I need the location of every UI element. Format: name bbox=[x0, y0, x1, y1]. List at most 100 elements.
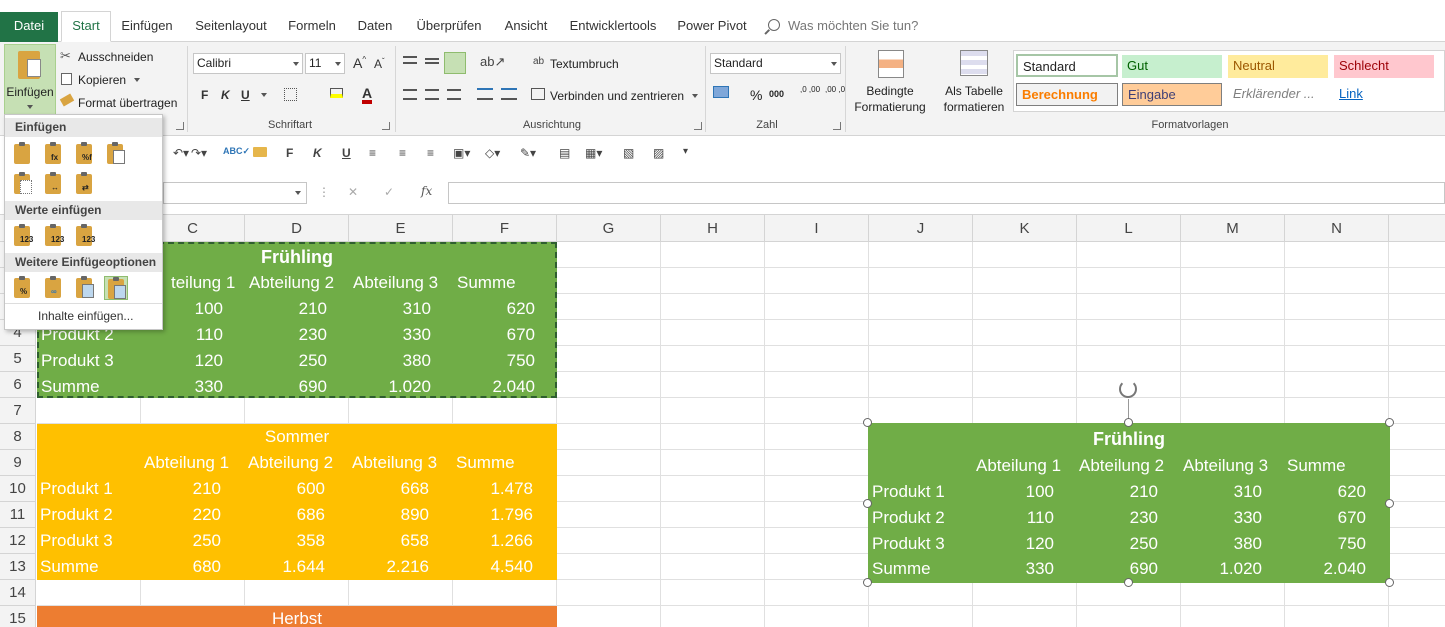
fill-color-icon[interactable] bbox=[330, 88, 343, 98]
align-left-icon[interactable] bbox=[403, 89, 417, 100]
resize-handle[interactable] bbox=[863, 499, 872, 508]
summer-range[interactable]: Sommer Abteilung 1 Abteilung 2 Abteilung… bbox=[37, 424, 557, 580]
paste-formulas-number-format-icon[interactable]: %f bbox=[73, 142, 97, 166]
style-neutral[interactable]: Neutral bbox=[1228, 55, 1328, 78]
redo-icon[interactable]: ↷▾ bbox=[191, 146, 207, 160]
row-header[interactable]: 13 bbox=[0, 554, 36, 580]
open-folder-icon[interactable] bbox=[253, 146, 267, 160]
enter-icon[interactable]: ✓ bbox=[384, 185, 394, 199]
align-middle-icon[interactable] bbox=[425, 58, 439, 64]
shrink-font-icon[interactable]: Aˇ bbox=[374, 57, 385, 71]
table-qat-icon[interactable]: ▤ bbox=[559, 146, 570, 160]
tab-entwicklertools[interactable]: Entwicklertools bbox=[564, 12, 662, 40]
paste-formulas-icon[interactable]: fx bbox=[42, 142, 66, 166]
row-header[interactable]: 9 bbox=[0, 450, 36, 476]
thousands-button[interactable]: 000 bbox=[769, 89, 784, 99]
rotate-handle-icon[interactable] bbox=[1119, 380, 1137, 398]
tab-datei[interactable]: Datei bbox=[0, 12, 58, 42]
align-right-qat-icon[interactable]: ≡ bbox=[427, 146, 434, 160]
paste-picture-icon[interactable] bbox=[73, 276, 97, 300]
paste-special-item[interactable]: Inhalte einfügen... bbox=[38, 309, 133, 323]
align-top-icon[interactable] bbox=[403, 56, 417, 64]
row-header[interactable]: 14 bbox=[0, 580, 36, 606]
number-format-combo[interactable]: Standard bbox=[710, 53, 841, 74]
align-right-icon[interactable] bbox=[447, 89, 461, 100]
format-painter-button[interactable]: Format übertragen bbox=[78, 96, 177, 110]
grid-qat-icon[interactable]: ▦▾ bbox=[585, 146, 602, 160]
camera-qat-icon[interactable]: ▧ bbox=[623, 146, 634, 160]
style-gut[interactable]: Gut bbox=[1122, 55, 1222, 78]
alignment-launcher-icon[interactable] bbox=[694, 122, 702, 130]
resize-handle[interactable] bbox=[1385, 499, 1394, 508]
paste-icon[interactable] bbox=[11, 142, 35, 166]
style-eingabe[interactable]: Eingabe bbox=[1122, 83, 1222, 106]
row-header[interactable]: 10 bbox=[0, 476, 36, 502]
font-name-combo[interactable]: Calibri bbox=[193, 53, 303, 74]
resize-handle[interactable] bbox=[1124, 578, 1133, 587]
underline-qat-icon[interactable]: U bbox=[342, 146, 351, 160]
undo-icon[interactable]: ↶▾ bbox=[173, 146, 189, 160]
tell-me-box[interactable]: Was möchten Sie tun? bbox=[768, 18, 918, 33]
tab-ueberpruefen[interactable]: Überprüfen bbox=[410, 12, 488, 40]
underline-button[interactable]: U bbox=[241, 88, 250, 102]
column-header[interactable]: L bbox=[1077, 215, 1181, 242]
align-center-qat-icon[interactable]: ≡ bbox=[399, 146, 406, 160]
row-header[interactable]: 5 bbox=[0, 346, 36, 372]
chevron-down-icon[interactable] bbox=[261, 93, 267, 97]
paste-column-widths-icon[interactable]: ↔ bbox=[42, 172, 66, 196]
clipboard-launcher-icon[interactable] bbox=[176, 122, 184, 130]
orientation-icon[interactable]: ab↗ bbox=[480, 54, 505, 70]
font-launcher-icon[interactable] bbox=[382, 122, 390, 130]
bold-qat-icon[interactable]: F bbox=[286, 146, 293, 160]
column-header[interactable]: M bbox=[1181, 215, 1285, 242]
tab-ansicht[interactable]: Ansicht bbox=[496, 12, 556, 40]
increase-decimals-button[interactable]: ,0 ,00 bbox=[800, 86, 820, 94]
paste-values-source-format-icon[interactable]: 123 bbox=[73, 224, 97, 248]
resize-handle[interactable] bbox=[1385, 578, 1394, 587]
align-bottom-icon[interactable] bbox=[444, 52, 466, 74]
resize-handle[interactable] bbox=[1385, 418, 1394, 427]
formula-input[interactable] bbox=[448, 182, 1445, 204]
column-header[interactable]: I bbox=[765, 215, 869, 242]
style-erklaerender[interactable]: Erklärender ... bbox=[1228, 83, 1328, 106]
tab-seitenlayout[interactable]: Seitenlayout bbox=[188, 12, 274, 40]
linked-picture[interactable]: Frühling Abteilung 1 Abteilung 2 Abteilu… bbox=[868, 423, 1390, 583]
customize-qat-icon[interactable]: ▾ bbox=[683, 146, 688, 157]
row-header[interactable]: 7 bbox=[0, 398, 36, 424]
paste-keep-source-format-icon[interactable] bbox=[104, 142, 128, 166]
italic-button[interactable]: K bbox=[221, 88, 230, 102]
chevron-down-icon[interactable] bbox=[692, 94, 698, 98]
style-schlecht[interactable]: Schlecht bbox=[1334, 55, 1434, 78]
edit-qat-icon[interactable]: ✎▾ bbox=[520, 146, 536, 160]
wrap-text-button[interactable]: Textumbruch bbox=[550, 57, 619, 71]
picture-qat-icon[interactable]: ▨ bbox=[653, 146, 664, 160]
style-berechnung[interactable]: Berechnung bbox=[1016, 83, 1118, 106]
column-header[interactable]: D bbox=[245, 215, 349, 242]
column-header[interactable]: N bbox=[1285, 215, 1389, 242]
decrease-decimals-button[interactable]: ,00 ,0 bbox=[825, 86, 845, 94]
spellcheck-icon[interactable]: ABC✓ bbox=[223, 146, 250, 157]
column-header[interactable]: K bbox=[973, 215, 1077, 242]
style-link[interactable]: Link bbox=[1334, 83, 1434, 106]
row-header[interactable]: 12 bbox=[0, 528, 36, 554]
row-header[interactable]: 6 bbox=[0, 372, 36, 398]
row-header[interactable]: 11 bbox=[0, 502, 36, 528]
function-icon[interactable]: fx bbox=[421, 184, 432, 198]
resize-handle[interactable] bbox=[863, 418, 872, 427]
paste-button[interactable]: Einfügen bbox=[4, 44, 56, 116]
column-header[interactable]: E bbox=[349, 215, 453, 242]
copy-button[interactable]: Kopieren bbox=[78, 73, 126, 87]
align-center-icon[interactable] bbox=[425, 89, 439, 100]
tab-daten[interactable]: Daten bbox=[350, 12, 400, 40]
font-size-combo[interactable]: 11 bbox=[305, 53, 345, 74]
column-header[interactable]: G bbox=[557, 215, 661, 242]
conditional-format-button[interactable]: Bedingte Formatierung bbox=[850, 46, 930, 118]
cancel-icon[interactable]: ✕ bbox=[348, 185, 358, 199]
merge-center-button[interactable]: Verbinden und zentrieren bbox=[550, 89, 684, 103]
paste-transpose-icon[interactable]: ⇄ bbox=[73, 172, 97, 196]
resize-handle[interactable] bbox=[1124, 418, 1133, 427]
row-header[interactable]: 15 bbox=[0, 606, 36, 627]
bold-button[interactable]: F bbox=[201, 88, 208, 102]
resize-handle[interactable] bbox=[863, 578, 872, 587]
column-header[interactable]: J bbox=[869, 215, 973, 242]
